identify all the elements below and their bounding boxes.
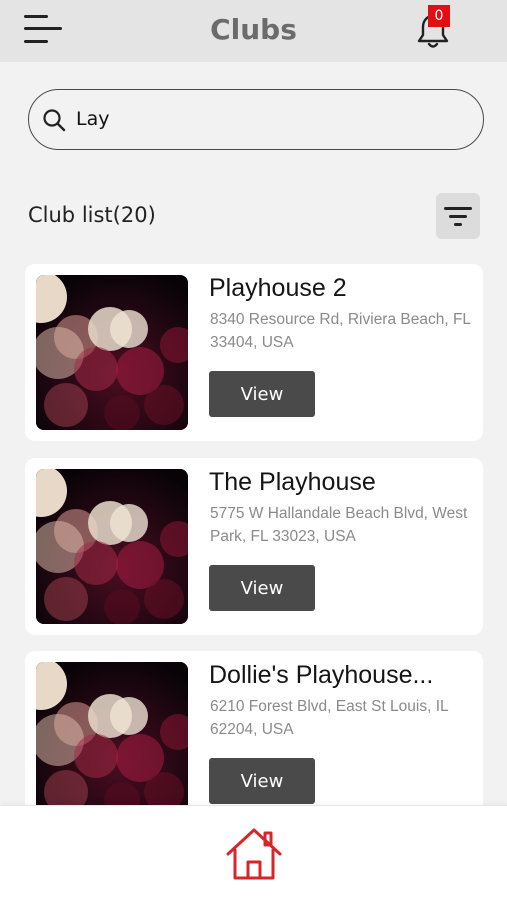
view-button[interactable]: View bbox=[209, 371, 315, 417]
app-header: Clubs 0 bbox=[0, 0, 507, 62]
search-icon bbox=[43, 109, 66, 132]
club-list-title: Club list(20) bbox=[28, 203, 156, 227]
club-name: The Playhouse bbox=[209, 468, 376, 496]
view-button[interactable]: View bbox=[209, 565, 315, 611]
search-bar[interactable] bbox=[28, 89, 484, 150]
search-input[interactable] bbox=[76, 100, 466, 138]
club-thumbnail bbox=[36, 662, 188, 817]
bottom-nav bbox=[0, 805, 507, 900]
home-icon[interactable] bbox=[224, 824, 284, 884]
club-name: Playhouse 2 bbox=[209, 274, 347, 302]
club-card[interactable]: Dollie's Playhouse... 6210 Forest Blvd, … bbox=[25, 651, 483, 828]
filter-button[interactable] bbox=[436, 193, 480, 239]
club-thumbnail bbox=[36, 469, 188, 624]
club-address: 5775 W Hallandale Beach Blvd, West Park,… bbox=[210, 505, 468, 545]
club-address: 6210 Forest Blvd, East St Louis, IL 6220… bbox=[210, 698, 449, 738]
club-thumbnail bbox=[36, 275, 188, 430]
club-card[interactable]: The Playhouse 5775 W Hallandale Beach Bl… bbox=[25, 458, 483, 635]
club-card[interactable]: Playhouse 2 8340 Resource Rd, Riviera Be… bbox=[25, 264, 483, 441]
view-button[interactable]: View bbox=[209, 758, 315, 804]
notification-badge: 0 bbox=[428, 5, 450, 27]
club-name: Dollie's Playhouse... bbox=[209, 661, 434, 689]
club-address: 8340 Resource Rd, Riviera Beach, FL 3340… bbox=[210, 311, 471, 351]
